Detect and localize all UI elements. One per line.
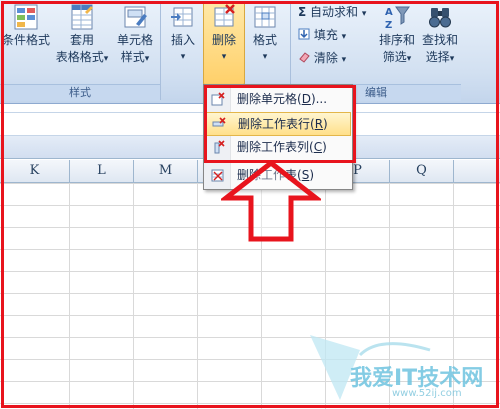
watermark-url: www.52ij.com xyxy=(392,388,462,399)
watermark: 我爱IT技术网 www.52ij.com xyxy=(300,330,495,405)
